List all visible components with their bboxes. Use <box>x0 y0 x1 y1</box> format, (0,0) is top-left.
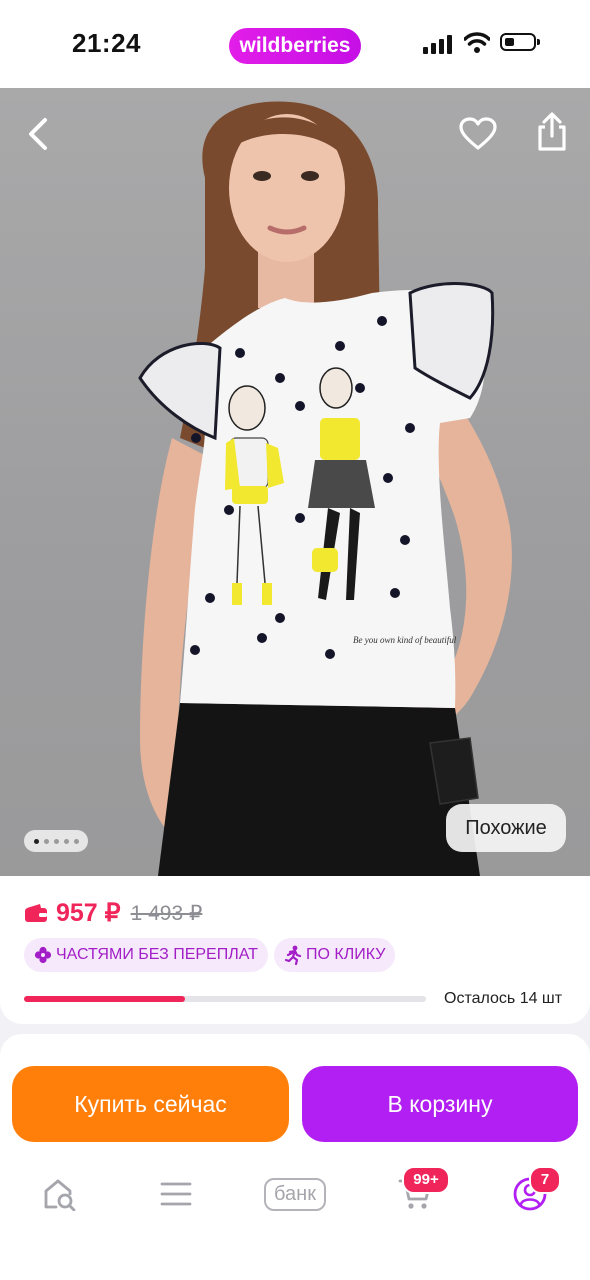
stock-progress-bar <box>24 996 426 1002</box>
cart-count-badge: 99+ <box>402 1166 450 1194</box>
gallery-dot <box>33 838 39 844</box>
share-button[interactable] <box>530 110 574 154</box>
home-search-icon <box>44 1179 76 1211</box>
buy-now-button[interactable]: Купить сейчас <box>12 1066 289 1142</box>
tab-bank[interactable]: банк <box>256 1172 334 1216</box>
installments-chip-label: ЧАСТЯМИ БЕЗ ПЕРЕПЛАТ <box>56 946 258 963</box>
favorite-button[interactable] <box>456 112 500 156</box>
battery-icon <box>500 33 540 51</box>
signal-icon <box>423 35 452 54</box>
chevron-left-icon <box>29 118 47 150</box>
gallery-dot <box>63 838 69 844</box>
tab-bank-label: банк <box>264 1177 326 1211</box>
flower-icon <box>34 946 52 964</box>
bottom-tab-bar: банк 99+ 7 <box>0 1154 590 1280</box>
heart-icon <box>459 117 497 150</box>
gallery-dot <box>43 838 49 844</box>
one-click-chip-label: ПО КЛИКУ <box>306 946 386 963</box>
stock-remaining: Осталось 14 шт <box>444 990 563 1007</box>
similar-button[interactable]: Похожие <box>446 804 566 852</box>
tab-catalog[interactable] <box>146 1172 206 1216</box>
product-image: Be you own kind of beautiful <box>138 101 512 876</box>
tab-home[interactable] <box>30 1172 90 1216</box>
menu-icon <box>160 1182 192 1206</box>
gallery-dot <box>53 838 59 844</box>
status-time: 21:24 <box>72 28 141 58</box>
old-price: 1 493 ₽ <box>130 901 203 925</box>
stock-progress-fill <box>24 996 185 1002</box>
product-photo[interactable]: Be you own kind of beautiful Похожие <box>0 88 590 876</box>
gallery-pagination <box>24 830 88 852</box>
wifi-icon <box>464 32 490 53</box>
back-button[interactable] <box>16 112 60 156</box>
gallery-dot <box>73 838 79 844</box>
running-person-icon <box>284 945 302 965</box>
one-click-chip[interactable]: ПО КЛИКУ <box>274 938 396 972</box>
price-card: 957 ₽ 1 493 ₽ ЧАСТЯМИ БЕЗ ПЕРЕПЛАТ ПО КЛ… <box>0 876 590 1024</box>
share-icon <box>538 112 566 151</box>
status-bar: 21:24 wildberries <box>0 0 590 88</box>
price-row: 957 ₽ 1 493 ₽ <box>24 898 202 928</box>
shirt-print-caption: Be you own kind of beautiful <box>353 635 457 645</box>
current-price: 957 ₽ <box>56 899 121 927</box>
wallet-icon <box>25 904 47 922</box>
profile-notification-badge: 7 <box>529 1166 561 1194</box>
brand-logo: wildberries <box>229 28 361 64</box>
installments-chip[interactable]: ЧАСТЯМИ БЕЗ ПЕРЕПЛАТ <box>24 938 268 972</box>
add-to-cart-button[interactable]: В корзину <box>302 1066 578 1142</box>
